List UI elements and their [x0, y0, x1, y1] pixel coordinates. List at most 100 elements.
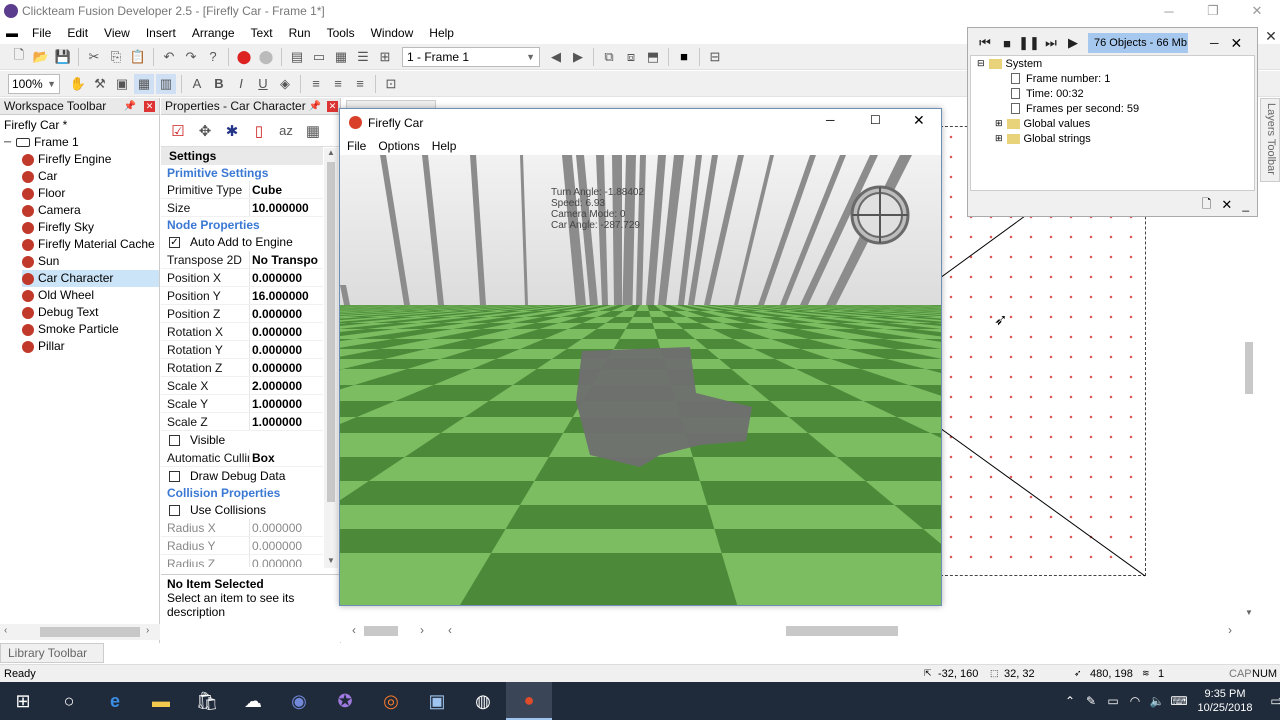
- redo-icon[interactable]: ↷: [181, 47, 201, 67]
- data-elements-icon[interactable]: ⊞: [375, 47, 395, 67]
- next-frame-icon[interactable]: ▶: [568, 47, 588, 67]
- scroll-thumb[interactable]: [1245, 342, 1253, 394]
- font-icon[interactable]: A: [187, 74, 207, 94]
- prop-value[interactable]: 0.000000: [249, 323, 323, 340]
- scroll-thumb[interactable]: [364, 626, 398, 636]
- tree-object-item[interactable]: Debug Text: [22, 304, 159, 321]
- editor-hscroll[interactable]: ‹ ›: [440, 623, 1240, 639]
- bold-icon[interactable]: B: [209, 74, 229, 94]
- prop-value[interactable]: 0.000000: [249, 305, 323, 322]
- minimize-icon[interactable]: _: [1242, 198, 1249, 212]
- event-editor-icon[interactable]: ▦: [331, 47, 351, 67]
- scroll-down-icon[interactable]: ▼: [327, 556, 335, 565]
- fit-icon[interactable]: ⊡: [381, 74, 401, 94]
- layer-icon[interactable]: ▣: [112, 74, 132, 94]
- steam-icon[interactable]: ☁: [230, 682, 276, 720]
- tree-fps[interactable]: Frames per second: 59: [971, 101, 1254, 116]
- tray-expand-icon[interactable]: ⌃: [1060, 694, 1080, 708]
- tray-app-icon[interactable]: ✎: [1080, 694, 1102, 708]
- black-square-icon[interactable]: ■: [674, 47, 694, 67]
- prop-value[interactable]: 1.000000: [249, 413, 323, 430]
- prop-row[interactable]: Primitive Type Cube: [161, 181, 323, 199]
- paste-icon[interactable]: 📋: [128, 47, 148, 67]
- collapse-icon[interactable]: ─: [4, 134, 16, 151]
- store-icon[interactable]: 🛍: [184, 682, 230, 720]
- scroll-down-icon[interactable]: ▼: [1245, 608, 1253, 617]
- tree-object-item[interactable]: Pillar: [22, 338, 159, 355]
- snap-grid-icon[interactable]: ▥: [156, 73, 176, 94]
- menu-tools[interactable]: Tools: [319, 22, 363, 44]
- scroll-thumb[interactable]: [786, 626, 898, 636]
- menu-text[interactable]: Text: [243, 22, 281, 44]
- preview-icon[interactable]: ⬒: [643, 47, 663, 67]
- fill-color-icon[interactable]: ◈: [275, 74, 295, 94]
- minimize-button[interactable]: ─: [826, 113, 835, 127]
- firefly-app-icon[interactable]: ●: [506, 682, 552, 720]
- tree-object-item[interactable]: Firefly Sky: [22, 219, 159, 236]
- scroll-left-icon[interactable]: ‹: [4, 625, 7, 636]
- pin-icon[interactable]: 📌: [124, 98, 136, 115]
- scroll-thumb[interactable]: [40, 627, 140, 637]
- close-button[interactable]: ✕: [913, 112, 925, 129]
- tree-frame[interactable]: ─ Frame 1: [4, 134, 159, 151]
- tree-frame-number[interactable]: Frame number: 1: [971, 71, 1254, 86]
- menu-window[interactable]: Window: [363, 22, 422, 44]
- tree-object-item[interactable]: Car: [22, 168, 159, 185]
- tree-global-values[interactable]: ⊞ Global values: [971, 116, 1254, 131]
- workspace-hscroll[interactable]: ‹ ›: [0, 624, 160, 640]
- prop-row[interactable]: Size 10.000000: [161, 199, 323, 217]
- prop-value[interactable]: 0.000000: [249, 359, 323, 376]
- prop-row[interactable]: Rotation X 0.000000: [161, 323, 323, 341]
- step-icon[interactable]: ⏭: [1041, 33, 1061, 53]
- prop-value[interactable]: No Transpo: [249, 251, 323, 268]
- checkbox-unchecked[interactable]: [169, 470, 180, 482]
- prop-value[interactable]: 0.000000: [249, 341, 323, 358]
- close-debugger-side[interactable]: ✕: [1262, 28, 1280, 46]
- menu-view[interactable]: View: [96, 22, 138, 44]
- menu-edit[interactable]: Edit: [59, 22, 96, 44]
- layers-toolbar-tab[interactable]: Layers Toolbar: [1260, 98, 1280, 182]
- remove-watch-icon[interactable]: ✕: [1221, 197, 1232, 213]
- prop-row[interactable]: Radius Z 0.000000: [161, 555, 323, 567]
- restart-icon[interactable]: ⏮: [975, 33, 995, 53]
- scroll-right-icon[interactable]: ›: [420, 623, 424, 637]
- visible-checkbox[interactable]: Visible: [161, 431, 323, 449]
- align-left-icon[interactable]: ≡: [306, 74, 326, 94]
- scroll-right-icon[interactable]: ›: [146, 625, 149, 636]
- align-center-icon[interactable]: ≡: [328, 74, 348, 94]
- prop-row[interactable]: Transpose 2D No Transpo: [161, 251, 323, 269]
- tree-global-strings[interactable]: ⊞ Global strings: [971, 131, 1254, 146]
- auto-add-checkbox[interactable]: ✓ Auto Add to Engine: [161, 233, 323, 251]
- menu-help[interactable]: Help: [421, 22, 462, 44]
- edge-icon[interactable]: e: [92, 682, 138, 720]
- use-collisions-checkbox[interactable]: Use Collisions: [161, 501, 323, 519]
- underline-icon[interactable]: U: [253, 74, 273, 94]
- checkbox-checked[interactable]: ✓: [169, 236, 180, 248]
- notification-icon[interactable]: ▭1: [1260, 694, 1280, 708]
- prop-value[interactable]: 0.000000: [249, 537, 323, 554]
- close-icon[interactable]: ✕: [1231, 35, 1243, 52]
- scroll-thumb[interactable]: [327, 162, 335, 502]
- scroll-right-icon[interactable]: ›: [1228, 623, 1232, 637]
- events-tab-icon[interactable]: ▯: [249, 121, 269, 141]
- prop-value[interactable]: Box: [249, 449, 323, 466]
- tray-network-icon[interactable]: ▭: [1102, 694, 1124, 708]
- game-menu-help[interactable]: Help: [432, 139, 457, 153]
- menu-file[interactable]: File: [24, 22, 59, 44]
- prop-row[interactable]: Scale Y 1.000000: [161, 395, 323, 413]
- about-tab-icon[interactable]: az: [276, 121, 296, 141]
- open-icon[interactable]: 📂: [31, 47, 51, 67]
- prop-row[interactable]: Radius X 0.000000: [161, 519, 323, 537]
- windows-start-icon[interactable]: ⊞: [0, 682, 46, 720]
- tree-root[interactable]: Firefly Car *: [4, 117, 159, 134]
- restore-button[interactable]: ❐: [1190, 0, 1236, 22]
- tray-volume-icon[interactable]: 🔈: [1146, 694, 1168, 708]
- tree-object-item[interactable]: Car Character: [22, 270, 159, 287]
- tree-object-item[interactable]: Sun: [22, 253, 159, 270]
- menu-run[interactable]: Run: [281, 22, 319, 44]
- tray-keyboard-icon[interactable]: ⌨: [1168, 694, 1190, 708]
- italic-icon[interactable]: I: [231, 74, 251, 94]
- align-right-icon[interactable]: ≡: [350, 74, 370, 94]
- zoom-select[interactable]: 100% ▼: [8, 73, 60, 94]
- scroll-up-icon[interactable]: ▲: [327, 148, 335, 157]
